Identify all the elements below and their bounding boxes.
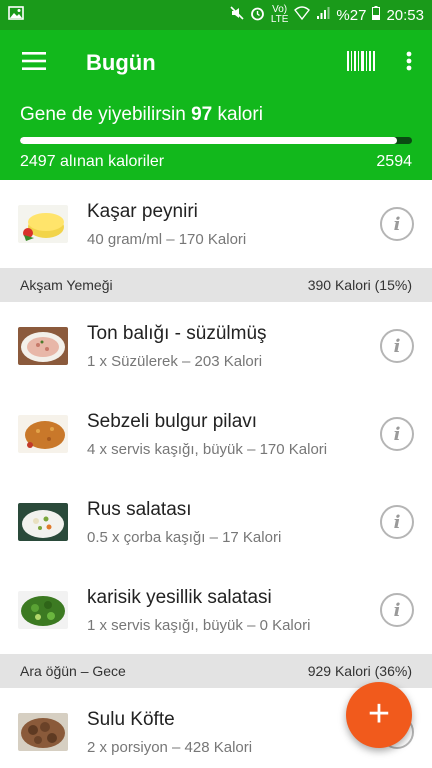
barcode-icon [347,50,375,76]
food-entry-row[interactable]: Kaşar peyniri 40 gram/ml – 170 Kalori i [0,180,432,268]
food-entry-text: Sulu Köfte 2 x porsiyon – 428 Kalori [87,709,380,756]
food-name: Sulu Köfte [87,708,175,730]
food-entry-row[interactable]: Ton balığı - süzülmüş 1 x Süzülerek – 203… [0,302,432,390]
gallery-icon [8,6,24,24]
meal-section-name: Ara öğün – Gece [20,663,126,679]
alarm-icon [250,6,265,25]
food-thumbnail [18,205,68,243]
info-icon[interactable]: i [380,593,414,627]
food-entry-text: Rus salatası 0.5 x çorba kaşığı – 17 Kalo… [87,499,380,546]
more-options-button[interactable] [386,30,432,96]
food-thumbnail [18,327,68,365]
info-icon[interactable]: i [380,417,414,451]
food-thumbnail [18,713,68,751]
food-name: karisik yesillik salatasi [87,586,272,608]
page-title: Bugün [86,50,156,75]
info-icon[interactable]: i [380,329,414,363]
more-vert-icon [406,51,412,76]
food-name: Sebzeli bulgur pilavı [87,410,258,432]
hamburger-menu-icon [22,51,46,75]
meal-section-name: Akşam Yemeği [20,277,113,293]
meal-section-calories: 390 Kalori (15%) [307,277,412,293]
food-entry-row[interactable]: Rus salatası 0.5 x çorba kaşığı – 17 Kalo… [0,478,432,566]
signal-icon [316,6,330,24]
food-portion-calories: 1 x Süzülerek – 203 Kalori [87,352,263,370]
remaining-prefix: Gene de yiyebilirsin [20,104,186,125]
battery-percent: %27 [336,6,367,24]
status-bar: Vo) LTE %27 20:53 [0,0,432,30]
wifi-icon [294,6,311,24]
food-entry-text: Ton balığı - süzülmüş 1 x Süzülerek – 203… [87,323,380,370]
app-bar: Bugün [0,30,432,96]
food-thumbnail [18,415,68,453]
remaining-suffix: kalori [217,104,263,125]
food-name: Rus salatası [87,498,192,520]
remaining-value: 97 [191,104,213,125]
food-name: Ton balığı - süzülmüş [87,322,267,344]
calorie-progress-fill [20,137,398,144]
food-entry-row[interactable]: karisik yesillik salatasi 1 x servis kaşı… [0,566,432,654]
lte-label: LTE [270,14,289,25]
food-entry-text: Kaşar peyniri 40 gram/ml – 170 Kalori [87,201,380,248]
food-entry-text: Sebzeli bulgur pilavı 4 x servis kaşığı, … [87,411,380,458]
info-icon[interactable]: i [380,505,414,539]
barcode-scan-button[interactable] [336,30,386,96]
food-name: Kaşar peyniri [87,200,198,222]
food-entry-text: karisik yesillik salatasi 1 x servis kaşı… [87,587,380,634]
food-portion-calories: 1 x servis kaşığı, büyük – 0 Kalori [87,616,311,634]
food-thumbnail [18,591,68,629]
meal-section-calories: 929 Kalori (36%) [307,663,412,679]
calorie-progress-bar [20,137,412,144]
food-log-list[interactable]: Kaşar peyniri 40 gram/ml – 170 Kalori i Akş… [0,180,432,768]
add-food-button[interactable]: + [346,682,412,748]
info-icon[interactable]: i [380,207,414,241]
food-portion-calories: 4 x servis kaşığı, büyük – 170 Kalori [87,440,328,458]
status-time: 20:53 [386,6,424,24]
mute-icon [230,6,244,24]
food-portion-calories: 0.5 x çorba kaşığı – 17 Kalori [87,528,282,546]
volte-lte-indicator: Vo) LTE [271,5,289,25]
food-entry-row[interactable]: Sebzeli bulgur pilavı 4 x servis kaşığı, … [0,390,432,478]
food-portion-calories: 40 gram/ml – 170 Kalori [87,230,247,248]
meal-section-header[interactable]: Akşam Yemeği 390 Kalori (15%) [0,268,432,302]
goal-calories-label: 2594 [376,153,412,170]
consumed-calories-label: 2497 alınan kaloriler [20,153,165,170]
food-thumbnail [18,503,68,541]
food-portion-calories: 2 x porsiyon – 428 Kalori [87,738,253,756]
calorie-summary: Gene de yiyebilirsin 97 kalori 2497 alın… [0,96,432,180]
battery-icon [372,6,381,24]
menu-button[interactable] [0,30,68,96]
remaining-calories-text: Gene de yiyebilirsin 97 kalori [20,104,412,126]
